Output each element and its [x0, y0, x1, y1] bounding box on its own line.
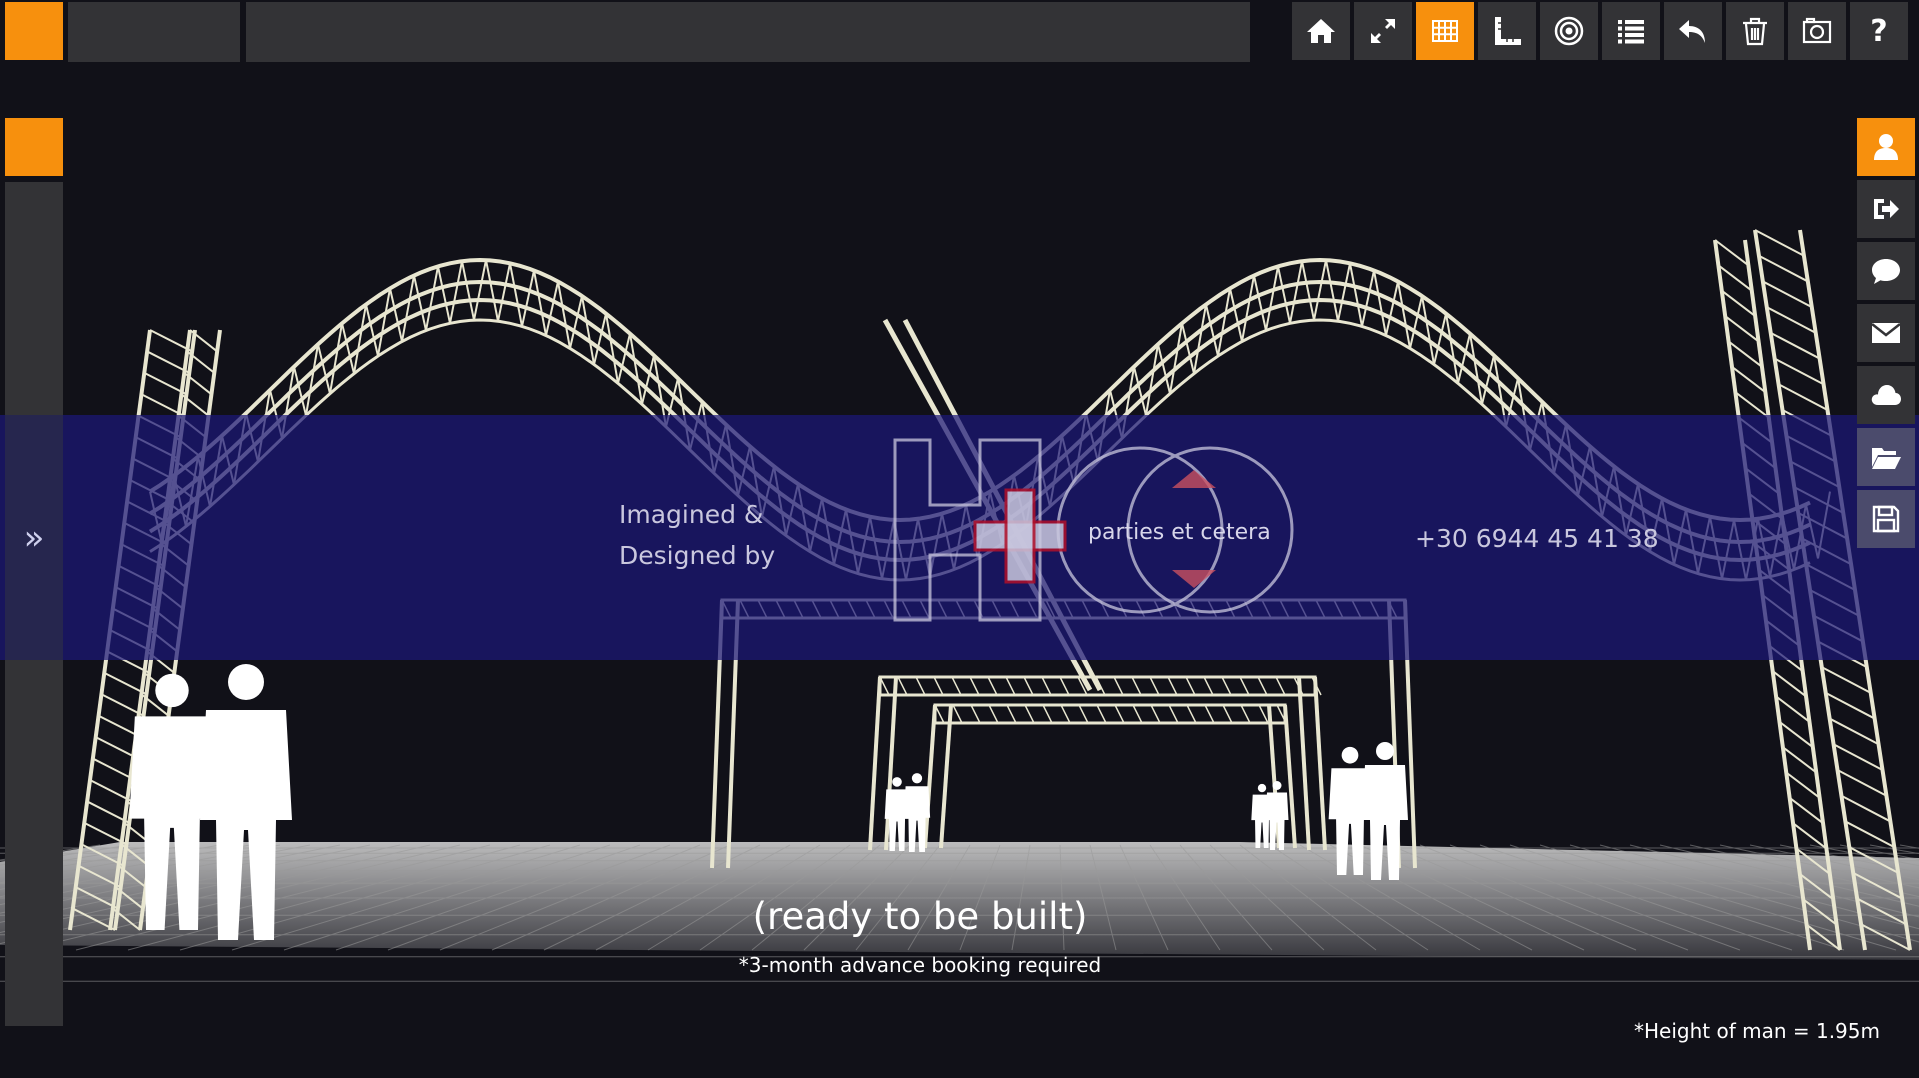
- list-button[interactable]: [1602, 2, 1660, 60]
- watermark-line1: Imagined &: [619, 500, 764, 529]
- watermark-brand: parties et cetera: [1088, 520, 1271, 545]
- fullscreen-icon: [1371, 19, 1395, 43]
- mail-button[interactable]: [1857, 304, 1915, 362]
- logout-button[interactable]: [1857, 180, 1915, 238]
- list-icon: [1618, 20, 1644, 44]
- folder-open-icon: [1872, 448, 1901, 469]
- help-button[interactable]: ?: [1850, 2, 1908, 60]
- logout-icon: [1874, 199, 1899, 219]
- grid-icon: [1432, 20, 1458, 42]
- cloud-icon: [1871, 385, 1901, 405]
- home-icon: [1307, 19, 1335, 43]
- undo-button[interactable]: [1664, 2, 1722, 60]
- project-title-field[interactable]: [246, 2, 1250, 62]
- undo-icon: [1679, 20, 1705, 43]
- target-icon: [1554, 16, 1584, 46]
- ready-caption: (ready to be built): [752, 895, 1088, 938]
- chevron-double-right-icon: »: [23, 517, 45, 558]
- watermark-phone: +30 6944 45 41 38: [1415, 524, 1659, 553]
- 3d-viewport[interactable]: Imagined & Designed by parties et cetera…: [0, 0, 1919, 1078]
- measure-icon: [1495, 17, 1521, 45]
- left-menu-button[interactable]: [5, 118, 63, 176]
- help-icon: ?: [1870, 13, 1888, 49]
- open-button[interactable]: [1857, 428, 1915, 486]
- save-icon: [1872, 505, 1900, 533]
- home-button[interactable]: [1292, 2, 1350, 60]
- trash-icon: [1743, 17, 1767, 46]
- cloud-button[interactable]: [1857, 366, 1915, 424]
- user-icon: [1874, 134, 1898, 160]
- screenshot-button[interactable]: [1788, 2, 1846, 60]
- fullscreen-button[interactable]: [1354, 2, 1412, 60]
- mail-icon: [1871, 323, 1901, 343]
- chat-button[interactable]: [1857, 242, 1915, 300]
- delete-button[interactable]: [1726, 2, 1784, 60]
- booking-note: *3-month advance booking required: [738, 953, 1102, 977]
- save-button[interactable]: [1857, 490, 1915, 548]
- account-button[interactable]: [1857, 118, 1915, 176]
- screenshot-icon: [1802, 17, 1832, 44]
- measure-button[interactable]: [1478, 2, 1536, 60]
- watermark-line2: Designed by: [619, 541, 776, 570]
- target-button[interactable]: [1540, 2, 1598, 60]
- sidebar-expand-button[interactable]: »: [5, 415, 63, 660]
- project-name-field[interactable]: [68, 2, 240, 62]
- chat-icon: [1872, 259, 1900, 284]
- grid-button[interactable]: [1416, 2, 1474, 60]
- height-note: *Height of man = 1.95m: [1633, 1019, 1880, 1043]
- top-menu-button[interactable]: [5, 2, 63, 60]
